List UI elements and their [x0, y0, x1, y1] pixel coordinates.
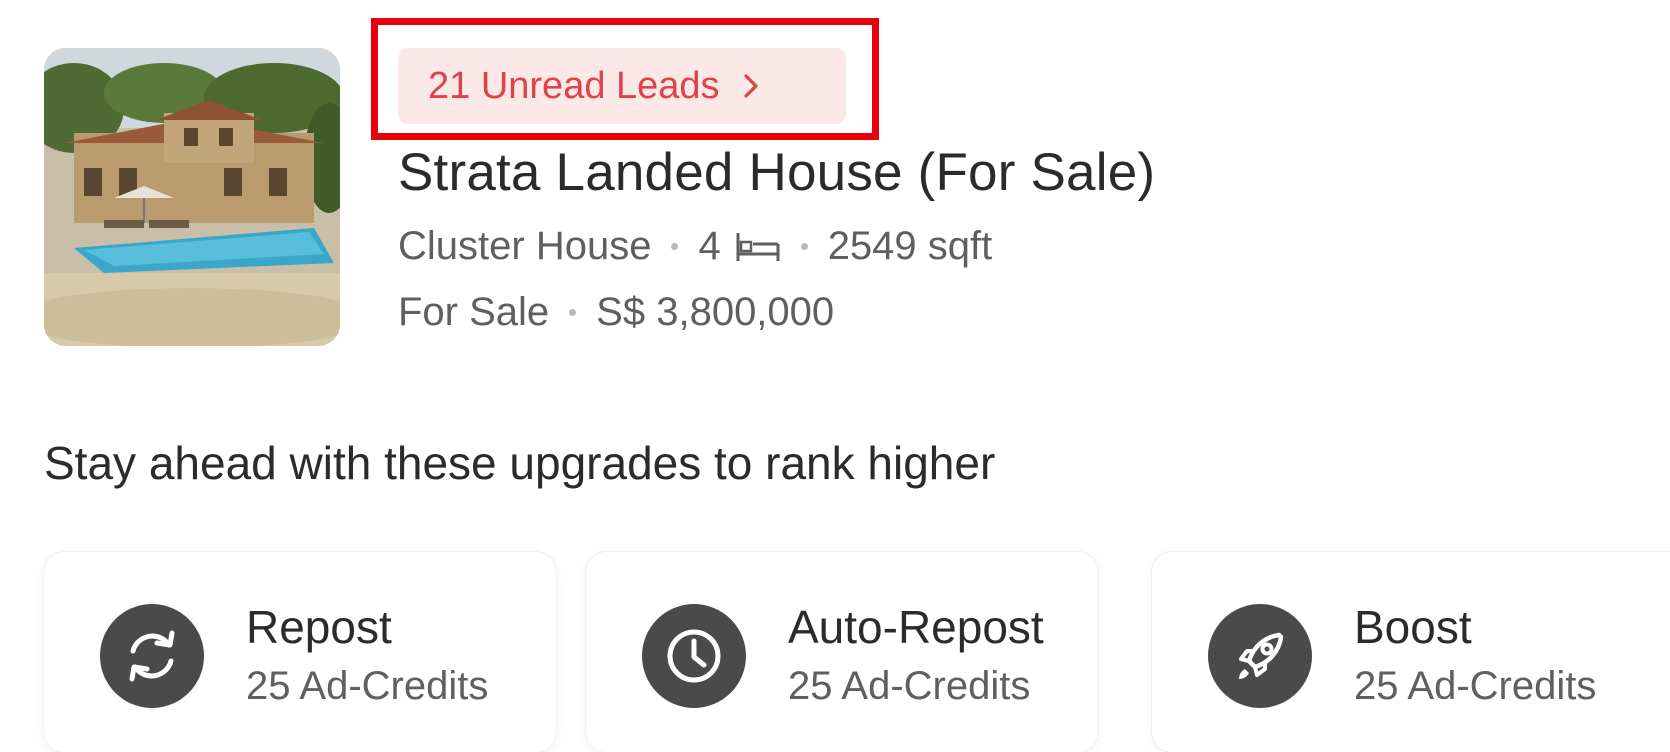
separator-dot: [671, 243, 679, 250]
listing-type: For Sale: [398, 290, 550, 334]
rocket-icon: [1208, 604, 1312, 708]
auto-repost-credits: 25 Ad-Credits: [788, 664, 1031, 708]
listing-thumbnail[interactable]: [44, 48, 340, 346]
clock-icon: [642, 604, 746, 708]
auto-repost-title: Auto-Repost: [788, 601, 1044, 653]
chevron-right-icon: [742, 72, 760, 100]
listing-price: S$ 3,800,000: [596, 290, 835, 334]
listing-details-row: Cluster House 4 2549 sqft: [398, 224, 992, 269]
house-photo: [44, 48, 340, 346]
bed-icon: [735, 230, 781, 264]
bedroom-count: 4: [698, 224, 721, 268]
repost-credits: 25 Ad-Credits: [246, 664, 489, 708]
boost-card[interactable]: Boost 25 Ad-Credits: [1152, 552, 1670, 752]
refresh-icon: [100, 604, 204, 708]
repost-card[interactable]: Repost 25 Ad-Credits: [44, 552, 556, 752]
listing-price-row: For Sale S$ 3,800,000: [398, 290, 834, 335]
boost-title: Boost: [1354, 601, 1472, 653]
listing-summary: 21 Unread Leads Strata Landed House (For…: [0, 0, 1670, 360]
separator-dot: [800, 243, 808, 250]
auto-repost-card[interactable]: Auto-Repost 25 Ad-Credits: [586, 552, 1098, 752]
separator-dot: [569, 309, 577, 316]
unread-leads-button[interactable]: 21 Unread Leads: [398, 48, 846, 124]
repost-title: Repost: [246, 601, 392, 653]
upgrade-options: Repost 25 Ad-Credits Auto-Repost 25 Ad-C…: [44, 552, 1670, 752]
boost-credits: 25 Ad-Credits: [1354, 664, 1597, 708]
upgrades-heading: Stay ahead with these upgrades to rank h…: [44, 437, 996, 489]
property-type: Cluster House: [398, 224, 652, 268]
unread-leads-label: 21 Unread Leads: [428, 64, 720, 107]
listing-title[interactable]: Strata Landed House (For Sale): [398, 142, 1155, 203]
floor-area: 2549 sqft: [827, 224, 993, 268]
